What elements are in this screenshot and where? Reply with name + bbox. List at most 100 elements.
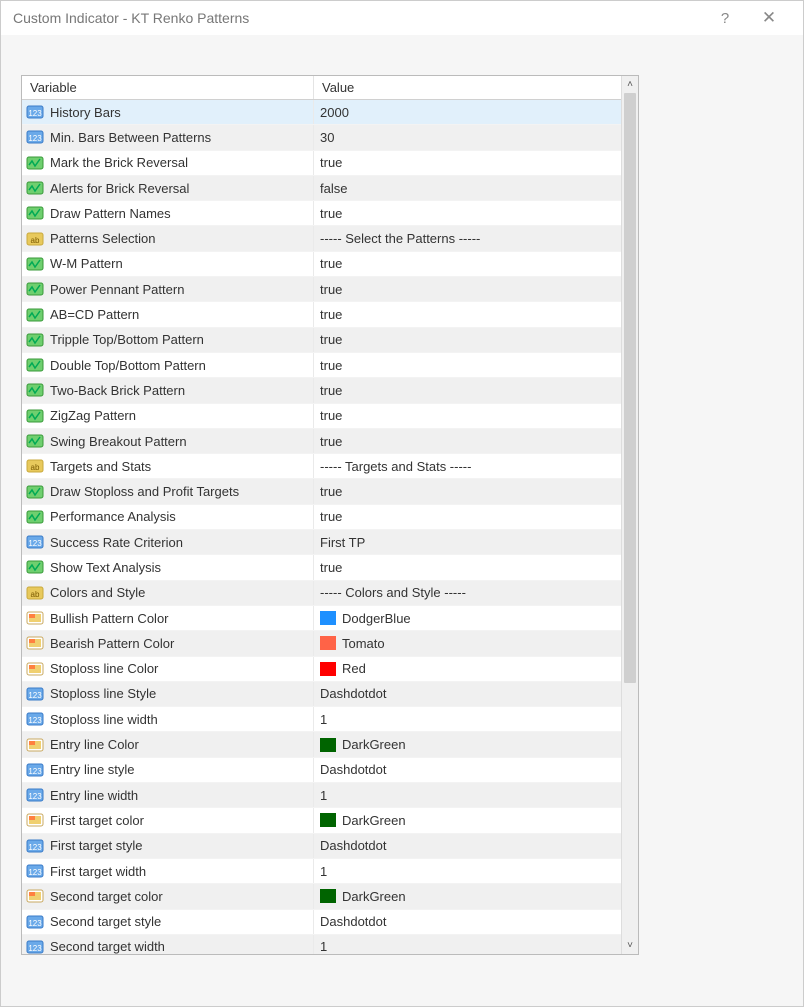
value-cell[interactable]: true bbox=[314, 277, 621, 301]
value-cell[interactable]: true bbox=[314, 479, 621, 503]
value-cell[interactable]: ----- Colors and Style ----- bbox=[314, 581, 621, 605]
table-row[interactable]: 123First target styleDashdotdot bbox=[22, 834, 621, 859]
svg-text:ab: ab bbox=[31, 463, 40, 472]
table-row[interactable]: 123History Bars2000 bbox=[22, 100, 621, 125]
value-cell[interactable]: Dashdotdot bbox=[314, 682, 621, 706]
table-row[interactable]: 123First target width1 bbox=[22, 859, 621, 884]
svg-text:ab: ab bbox=[31, 590, 40, 599]
table-row[interactable]: Draw Pattern Namestrue bbox=[22, 201, 621, 226]
value-text: true bbox=[320, 358, 342, 373]
color-type-icon bbox=[26, 737, 44, 753]
table-row[interactable]: Power Pennant Patterntrue bbox=[22, 277, 621, 302]
value-cell[interactable]: 1 bbox=[314, 935, 621, 954]
color-swatch bbox=[320, 813, 336, 827]
variable-label: Tripple Top/Bottom Pattern bbox=[50, 332, 204, 347]
table-row[interactable]: Swing Breakout Patterntrue bbox=[22, 429, 621, 454]
table-row[interactable]: First target colorDarkGreen bbox=[22, 808, 621, 833]
table-row[interactable]: Second target colorDarkGreen bbox=[22, 884, 621, 909]
value-cell[interactable]: false bbox=[314, 176, 621, 200]
close-button[interactable]: ✕ bbox=[747, 1, 791, 35]
value-cell[interactable]: DarkGreen bbox=[314, 732, 621, 756]
table-row[interactable]: Bearish Pattern ColorTomato bbox=[22, 631, 621, 656]
svg-text:123: 123 bbox=[28, 134, 42, 143]
value-cell[interactable]: true bbox=[314, 201, 621, 225]
value-cell[interactable]: 1 bbox=[314, 859, 621, 883]
vertical-scrollbar[interactable]: ˄ ˅ bbox=[621, 76, 638, 954]
table-row[interactable]: ab Patterns Selection ----- Select the Pat… bbox=[22, 226, 621, 251]
table-row[interactable]: 123Second target styleDashdotdot bbox=[22, 910, 621, 935]
variable-label: Patterns Selection bbox=[50, 231, 156, 246]
value-cell[interactable]: ----- Select the Patterns ----- bbox=[314, 226, 621, 250]
value-cell[interactable]: DodgerBlue bbox=[314, 606, 621, 630]
table-row[interactable]: 123Min. Bars Between Patterns30 bbox=[22, 125, 621, 150]
scroll-up-button[interactable]: ˄ bbox=[622, 76, 638, 93]
value-cell[interactable]: true bbox=[314, 302, 621, 326]
table-row[interactable]: Tripple Top/Bottom Pattern true bbox=[22, 328, 621, 353]
table-row[interactable]: Draw Stoploss and Profit Targetstrue bbox=[22, 479, 621, 504]
value-cell[interactable]: 30 bbox=[314, 125, 621, 149]
column-header-variable[interactable]: Variable bbox=[22, 76, 314, 99]
table-row[interactable]: W-M Patterntrue bbox=[22, 252, 621, 277]
table-row[interactable]: Show Text Analysistrue bbox=[22, 555, 621, 580]
table-row[interactable]: abColors and Style----- Colors and Style… bbox=[22, 581, 621, 606]
value-cell[interactable]: DarkGreen bbox=[314, 808, 621, 832]
svg-text:123: 123 bbox=[28, 109, 42, 118]
value-text: true bbox=[320, 434, 342, 449]
value-cell[interactable]: true bbox=[314, 505, 621, 529]
value-cell[interactable]: true bbox=[314, 378, 621, 402]
value-cell[interactable]: Red bbox=[314, 657, 621, 681]
table-row[interactable]: 123Stoploss line width1 bbox=[22, 707, 621, 732]
variable-cell: ZigZag Pattern bbox=[22, 404, 314, 428]
variable-label: ZigZag Pattern bbox=[50, 408, 136, 423]
table-row[interactable]: Performance Analysistrue bbox=[22, 505, 621, 530]
variable-cell: Bullish Pattern Color bbox=[22, 606, 314, 630]
value-cell[interactable]: true bbox=[314, 353, 621, 377]
value-cell[interactable]: true bbox=[314, 151, 621, 175]
table-row[interactable]: Mark the Brick Reversaltrue bbox=[22, 151, 621, 176]
help-button[interactable]: ? bbox=[703, 1, 747, 35]
table-row[interactable]: abTargets and Stats----- Targets and Sta… bbox=[22, 454, 621, 479]
value-cell[interactable]: DarkGreen bbox=[314, 884, 621, 908]
scroll-down-button[interactable]: ˅ bbox=[622, 937, 638, 954]
svg-text:123: 123 bbox=[28, 868, 42, 877]
value-cell[interactable]: Dashdotdot bbox=[314, 758, 621, 782]
value-cell[interactable]: true bbox=[314, 404, 621, 428]
value-cell[interactable]: 1 bbox=[314, 783, 621, 807]
variable-cell: 123First target width bbox=[22, 859, 314, 883]
value-cell[interactable]: ----- Targets and Stats ----- bbox=[314, 454, 621, 478]
value-cell[interactable]: true bbox=[314, 328, 621, 352]
bool-type-icon bbox=[26, 155, 44, 171]
column-header-value[interactable]: Value bbox=[314, 76, 621, 99]
table-row[interactable]: AB=CD Patterntrue bbox=[22, 302, 621, 327]
client-area: Variable Value 123History Bars2000123Min… bbox=[1, 35, 803, 1006]
table-row[interactable]: 123Entry line styleDashdotdot bbox=[22, 758, 621, 783]
table-row[interactable]: Two-Back Brick Patterntrue bbox=[22, 378, 621, 403]
value-cell[interactable]: 2000 bbox=[314, 100, 621, 124]
table-row[interactable]: Double Top/Bottom Patterntrue bbox=[22, 353, 621, 378]
value-cell[interactable]: Tomato bbox=[314, 631, 621, 655]
color-swatch bbox=[320, 611, 336, 625]
value-cell[interactable]: true bbox=[314, 555, 621, 579]
table-row[interactable]: 123Stoploss line StyleDashdotdot bbox=[22, 682, 621, 707]
table-row[interactable]: ZigZag Pattern true bbox=[22, 404, 621, 429]
svg-text:ab: ab bbox=[31, 236, 40, 245]
table-row[interactable]: 123Success Rate CriterionFirst TP bbox=[22, 530, 621, 555]
scrollbar-track[interactable] bbox=[622, 93, 638, 937]
variable-cell: 123Second target style bbox=[22, 910, 314, 934]
value-cell[interactable]: Dashdotdot bbox=[314, 834, 621, 858]
table-row[interactable]: Stoploss line ColorRed bbox=[22, 657, 621, 682]
scrollbar-thumb[interactable] bbox=[624, 93, 636, 683]
table-row[interactable]: Entry line ColorDarkGreen bbox=[22, 732, 621, 757]
value-cell[interactable]: First TP bbox=[314, 530, 621, 554]
table-row[interactable]: Bullish Pattern Color DodgerBlue bbox=[22, 606, 621, 631]
table-row[interactable]: 123Entry line width1 bbox=[22, 783, 621, 808]
value-cell[interactable]: true bbox=[314, 252, 621, 276]
value-cell[interactable]: Dashdotdot bbox=[314, 910, 621, 934]
value-cell[interactable]: true bbox=[314, 429, 621, 453]
value-text: Red bbox=[342, 661, 366, 676]
num-type-icon: 123 bbox=[26, 686, 44, 702]
table-row[interactable]: Alerts for Brick Reversalfalse bbox=[22, 176, 621, 201]
value-text: DodgerBlue bbox=[342, 611, 411, 626]
table-row[interactable]: 123Second target width1 bbox=[22, 935, 621, 954]
value-cell[interactable]: 1 bbox=[314, 707, 621, 731]
